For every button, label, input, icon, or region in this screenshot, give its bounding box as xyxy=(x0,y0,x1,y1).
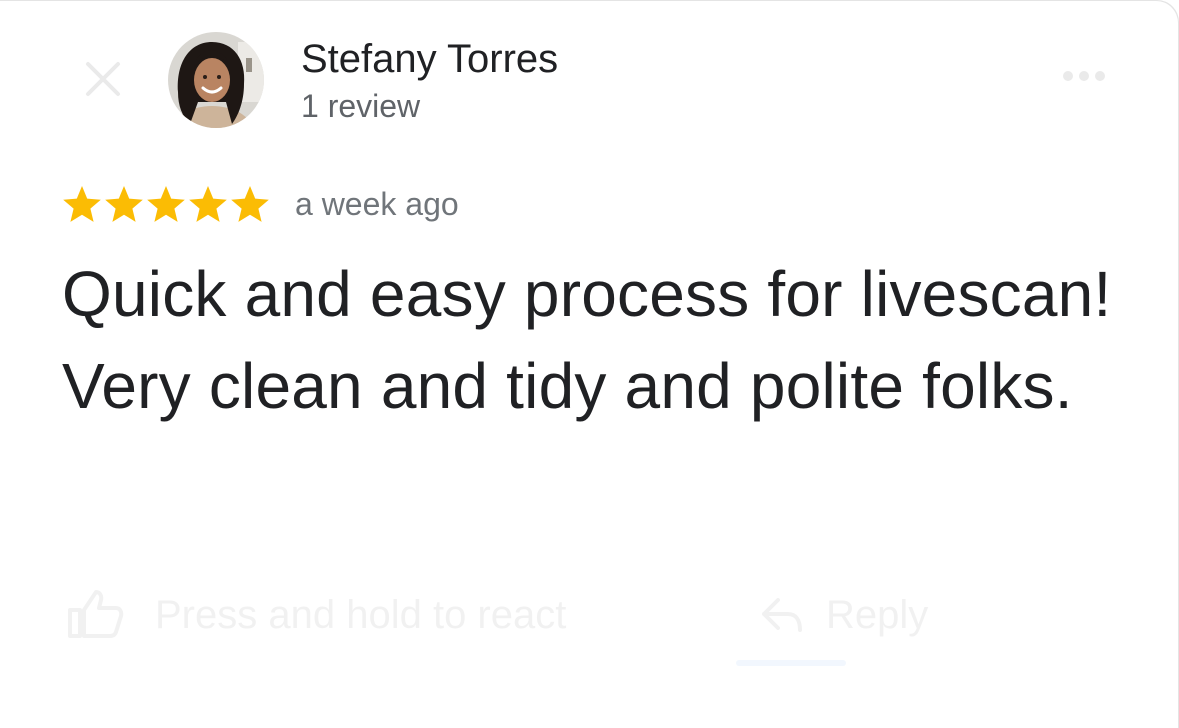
star-icon xyxy=(231,186,269,222)
star-icon xyxy=(189,186,227,222)
reply-indicator xyxy=(736,660,846,666)
like-hint[interactable]: Press and hold to react xyxy=(155,592,566,638)
star-icon xyxy=(63,186,101,222)
reply-button[interactable]: Reply xyxy=(826,592,928,638)
reviewer-review-count: 1 review xyxy=(301,88,421,124)
review-timestamp: a week ago xyxy=(295,186,459,222)
more-options-icon[interactable] xyxy=(1062,70,1106,82)
star-icon xyxy=(105,186,143,222)
review-card: Stefany Torres 1 review a week ago Quick… xyxy=(0,0,1179,728)
reviewer-name[interactable]: Stefany Torres xyxy=(301,36,558,82)
reply-icon[interactable] xyxy=(760,596,804,634)
avatar[interactable] xyxy=(168,32,264,128)
star-rating xyxy=(62,184,270,224)
review-text: Quick and easy process for livescan! Ver… xyxy=(62,258,1112,422)
thumb-up-icon[interactable] xyxy=(66,588,124,640)
avatar-photo xyxy=(168,32,264,128)
close-icon[interactable] xyxy=(78,54,128,104)
star-icon xyxy=(147,186,185,222)
